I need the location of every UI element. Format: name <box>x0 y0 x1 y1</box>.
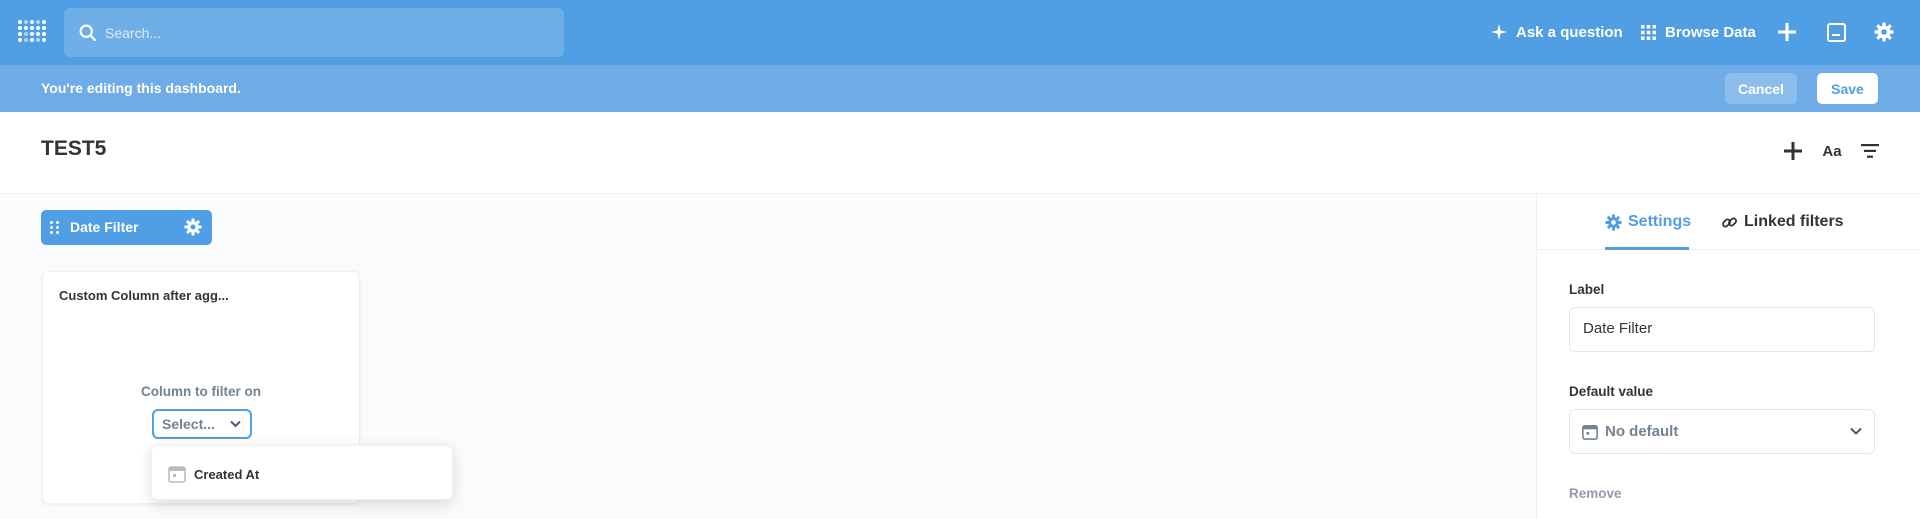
filter-label: Date Filter <box>70 219 139 235</box>
option-label: Created At <box>194 466 260 482</box>
calendar-icon <box>1582 424 1598 440</box>
grid-icon <box>1641 24 1656 40</box>
link-icon <box>1722 217 1737 227</box>
top-navbar: Ask a question Browse Data <box>0 0 1920 65</box>
edit-mode-message: You're editing this dashboard. <box>41 80 241 96</box>
label-field[interactable] <box>1569 307 1875 352</box>
column-to-filter-label: Column to filter on <box>141 384 261 399</box>
tab-settings-label: Settings <box>1628 213 1692 230</box>
gear-icon[interactable] <box>184 218 202 236</box>
metabase-logo-icon[interactable] <box>18 20 46 44</box>
settings-button[interactable] <box>1872 20 1896 44</box>
plus-icon <box>1778 23 1796 41</box>
dashboard-title[interactable]: TEST5 <box>41 137 106 161</box>
dashboard-header: TEST5 Aa <box>0 112 1920 194</box>
sidebar-tabs: Settings Linked filters <box>1537 194 1920 250</box>
tab-linked-filters[interactable]: Linked filters <box>1721 210 1844 234</box>
option-created-at[interactable]: Created At <box>168 465 259 483</box>
filter-icon <box>1861 144 1879 158</box>
browse-data-label: Browse Data <box>1665 23 1756 41</box>
tab-linked-filters-label: Linked filters <box>1744 213 1844 230</box>
add-question-button[interactable] <box>1781 139 1805 163</box>
column-options-popover: Created At <box>151 445 453 500</box>
edit-mode-bar: You're editing this dashboard. Cancel Sa… <box>0 65 1920 112</box>
card-title: Custom Column after agg... <box>59 288 229 303</box>
text-aa-icon: Aa <box>1822 142 1842 160</box>
ask-question-button[interactable]: Ask a question <box>1491 21 1623 43</box>
tab-settings[interactable]: Settings <box>1605 210 1691 234</box>
cancel-button[interactable]: Cancel <box>1725 73 1797 104</box>
chevron-down-icon <box>230 420 241 428</box>
sparkle-icon <box>1491 24 1507 40</box>
remove-filter-link[interactable]: Remove <box>1569 486 1622 501</box>
calendar-icon <box>168 466 186 483</box>
active-tab-indicator <box>1605 247 1689 250</box>
column-select-placeholder: Select... <box>162 416 215 432</box>
gear-icon <box>1605 213 1622 231</box>
search-bar[interactable] <box>64 8 564 57</box>
date-filter-widget[interactable]: Date Filter <box>41 210 212 245</box>
label-input[interactable] <box>1570 308 1874 349</box>
label-field-label: Label <box>1569 282 1605 297</box>
add-text-button[interactable]: Aa <box>1820 139 1844 163</box>
ask-question-label: Ask a question <box>1516 23 1623 41</box>
add-filter-button[interactable] <box>1858 139 1882 163</box>
new-item-button[interactable] <box>1775 20 1799 44</box>
default-value-label: Default value <box>1569 384 1654 399</box>
search-icon <box>79 24 96 41</box>
filter-settings-sidebar: Settings Linked filters Label Default va… <box>1536 194 1920 519</box>
default-value-select[interactable]: No default <box>1569 409 1875 454</box>
search-input[interactable] <box>105 24 525 41</box>
drag-handle-icon[interactable] <box>50 221 59 234</box>
save-button[interactable]: Save <box>1817 73 1878 104</box>
default-value-text: No default <box>1605 423 1679 440</box>
gear-icon <box>1874 22 1894 42</box>
browse-data-button[interactable]: Browse Data <box>1641 21 1756 43</box>
chevron-down-icon <box>1850 427 1862 435</box>
terminal-icon <box>1826 22 1846 42</box>
column-select[interactable]: Select... <box>152 409 252 439</box>
sql-editor-button[interactable] <box>1824 20 1848 44</box>
plus-icon <box>1784 142 1802 160</box>
